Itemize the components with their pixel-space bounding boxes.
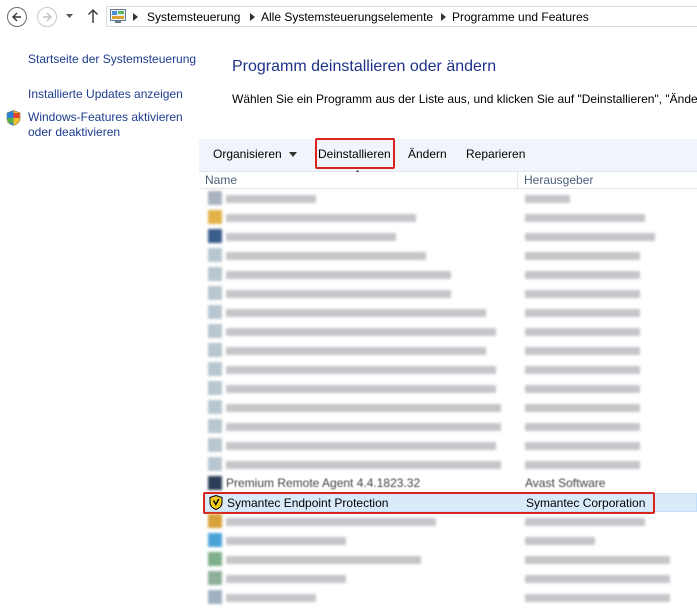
list-item-redacted[interactable] [204, 436, 697, 455]
organize-button[interactable]: Organisieren [213, 147, 282, 161]
symantec-highlight-frame [203, 492, 655, 514]
link-windows-features[interactable]: Windows-Features aktivieren oder deaktiv… [28, 110, 183, 140]
program-icon [208, 476, 222, 490]
list-item-redacted[interactable] [204, 360, 697, 379]
list-item-redacted[interactable] [204, 569, 697, 588]
list-item-redacted[interactable] [204, 550, 697, 569]
list-item-redacted[interactable] [204, 265, 697, 284]
page-title: Programm deinstallieren oder ändern [232, 58, 497, 75]
control-panel-icon [110, 9, 126, 23]
chevron-down-icon[interactable] [289, 152, 297, 157]
list-item-redacted[interactable] [204, 588, 697, 607]
list-item-redacted[interactable] [204, 512, 697, 531]
list-item-redacted[interactable] [204, 341, 697, 360]
instructions-text: Wählen Sie ein Programm aus der Liste au… [232, 92, 697, 106]
column-header-name[interactable]: Name [205, 173, 237, 187]
program-name: Premium Remote Agent 4.4.1823.32 [226, 476, 421, 490]
uninstall-highlight-frame [315, 138, 395, 169]
shield-icon [6, 110, 21, 126]
list-item-redacted[interactable] [204, 379, 697, 398]
list-item-redacted[interactable] [204, 322, 697, 341]
list-item-redacted[interactable] [204, 246, 697, 265]
list-item-premium-remote-agent[interactable]: Premium Remote Agent 4.4.1823.32 Avast S… [204, 474, 697, 493]
address-bar[interactable]: Systemsteuerung Alle Systemsteuerungsele… [106, 6, 697, 27]
breadcrumb-separator-icon [250, 13, 255, 21]
link-windows-features-line2: oder deaktivieren [28, 125, 121, 139]
link-control-panel-home[interactable]: Startseite der Systemsteuerung [28, 52, 196, 67]
list-item-redacted[interactable] [204, 303, 697, 322]
breadcrumb-systemsteuerung[interactable]: Systemsteuerung [147, 10, 240, 24]
breadcrumb-alle-elemente[interactable]: Alle Systemsteuerungselemente [261, 10, 433, 24]
list-item-redacted[interactable] [204, 455, 697, 474]
repair-button[interactable]: Reparieren [466, 147, 525, 161]
breadcrumb-separator-icon [133, 13, 138, 21]
column-header-row: Name Herausgeber [199, 172, 697, 189]
back-arrow-icon [12, 12, 21, 22]
change-button[interactable]: Ändern [408, 147, 447, 161]
list-item-redacted[interactable] [204, 284, 697, 303]
column-header-publisher[interactable]: Herausgeber [524, 173, 593, 187]
forward-arrow-icon [43, 12, 52, 22]
link-windows-features-line1: Windows-Features aktivieren [28, 110, 183, 124]
command-toolbar: Organisieren Deinstallieren Ändern Repar… [199, 139, 697, 172]
forward-button[interactable] [37, 7, 57, 27]
list-item-redacted[interactable] [204, 208, 697, 227]
back-button[interactable] [7, 7, 27, 27]
breadcrumb-separator-icon [441, 13, 446, 21]
list-item-redacted[interactable] [204, 189, 697, 208]
link-installed-updates[interactable]: Installierte Updates anzeigen [28, 87, 183, 102]
up-arrow-icon[interactable] [87, 8, 99, 24]
program-publisher: Avast Software [525, 476, 606, 490]
navigation-bar: Systemsteuerung Alle Systemsteuerungsele… [0, 0, 697, 34]
chevron-down-icon[interactable] [65, 13, 74, 19]
column-divider[interactable] [517, 172, 518, 188]
list-item-redacted[interactable] [204, 227, 697, 246]
list-item-redacted[interactable] [204, 417, 697, 436]
list-item-redacted[interactable] [204, 398, 697, 417]
breadcrumb-programme-features[interactable]: Programme und Features [452, 10, 589, 24]
list-item-redacted[interactable] [204, 531, 697, 550]
